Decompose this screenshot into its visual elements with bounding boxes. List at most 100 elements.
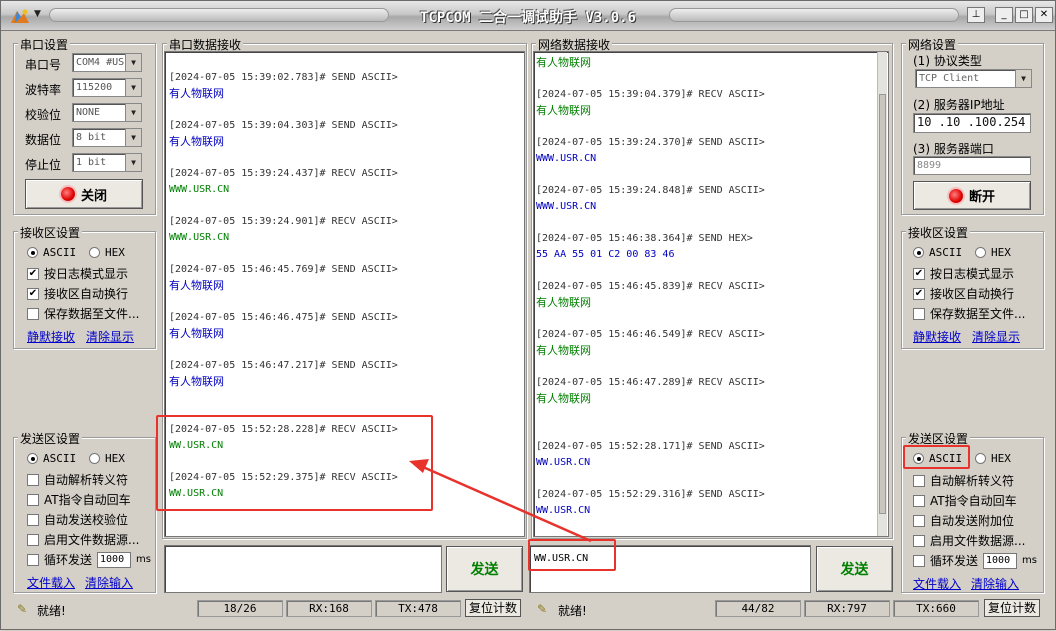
serial-send-button[interactable]: 发送 (446, 546, 523, 592)
checkbox-box (913, 514, 925, 527)
server-ip-input[interactable]: 10 .10 .100.254 (913, 113, 1031, 133)
minimize-button[interactable]: _ (995, 7, 1013, 23)
protocol-select[interactable]: TCP Client ▼ (915, 69, 1032, 88)
right-recv-hex-radio[interactable]: HEX (975, 246, 1011, 259)
left-loop-interval-input[interactable]: 1000 (97, 551, 132, 568)
port-select[interactable]: COM4 #US ▼ (72, 53, 142, 72)
checkbox-box (913, 534, 925, 547)
log-entry: [2024-07-05 15:39:24.901]# RECV ASCII> WW… (169, 214, 524, 246)
log-entry: [2024-07-05 15:46:38.364]# SEND HEX> 55 A… (536, 231, 888, 263)
log-timestamp: [2024-07-05 15:39:24.901]# RECV ASCII> (169, 216, 398, 227)
chevron-down-icon: ▼ (125, 54, 141, 71)
log-entry: [2024-07-05 15:39:04.303]# SEND ASCII> 有人… (169, 118, 524, 150)
left-send-hex-radio[interactable]: HEX (89, 452, 125, 465)
right-log-mode-checkbox[interactable]: ✔ 按日志模式显示 (913, 265, 1014, 282)
close-window-button[interactable]: ✕ (1035, 7, 1053, 23)
left-file-source-checkbox[interactable]: 启用文件数据源... (27, 531, 139, 548)
parity-select[interactable]: NONE ▼ (72, 103, 142, 122)
ms-unit-label: ms (136, 554, 151, 565)
left-auto-wrap-checkbox[interactable]: ✔ 接收区自动换行 (27, 285, 128, 302)
left-log-mode-checkbox[interactable]: ✔ 按日志模式显示 (27, 265, 128, 282)
maximize-button[interactable]: □ (1015, 7, 1033, 23)
scrollbar-thumb[interactable] (879, 94, 886, 514)
right-silent-recv-link[interactable]: 静默接收 (913, 328, 961, 345)
left-clear-display-link[interactable]: 清除显示 (86, 328, 134, 345)
serial-send-input[interactable] (164, 545, 442, 593)
log-entry: [2024-07-05 15:46:47.217]# SEND ASCII> 有人… (169, 358, 524, 390)
right-loop-send-checkbox[interactable]: 循环发送 1000 ms (913, 552, 1037, 569)
checkbox-box (913, 554, 925, 567)
log-entry: [2024-07-05 15:39:24.848]# SEND ASCII> WW… (536, 183, 888, 215)
protocol-label: (1) 协议类型 (913, 54, 982, 68)
stopbits-value: 1 bit (76, 157, 107, 168)
checkbox-box (913, 494, 925, 507)
status-light-icon (948, 188, 963, 203)
status-light-icon (60, 187, 75, 201)
pin-icon[interactable]: ⊥ (967, 7, 985, 23)
server-ip-label: (2) 服务器IP地址 (913, 98, 1005, 112)
right-clear-display-link[interactable]: 清除显示 (972, 328, 1020, 345)
left-auto-checksum-checkbox[interactable]: 自动发送校验位 (27, 511, 128, 528)
close-port-button[interactable]: 关闭 (25, 179, 143, 209)
right-at-auto-cr-checkbox[interactable]: AT指令自动回车 (913, 492, 1017, 509)
right-loop-interval-input[interactable]: 1000 (983, 552, 1018, 569)
net-log-first-line: 有人物联网 (536, 56, 591, 69)
right-file-source-checkbox[interactable]: 启用文件数据源... (913, 532, 1025, 549)
right-send-hex-radio[interactable]: HEX (975, 452, 1011, 465)
right-recv-ascii-radio[interactable]: ASCII (913, 246, 962, 259)
left-auto-escape-checkbox[interactable]: 自动解析转义符 (27, 471, 128, 488)
left-save-file-checkbox[interactable]: 保存数据至文件... (27, 305, 139, 322)
chevron-down-icon: ▼ (125, 79, 141, 96)
parity-label: 校验位 (25, 108, 62, 122)
right-clear-input-link[interactable]: 清除输入 (971, 575, 1019, 592)
checkbox-label: 按日志模式显示 (44, 267, 129, 281)
serial-settings-title: 串口设置 (18, 36, 71, 53)
net-log-scrollbar[interactable] (877, 52, 887, 536)
left-clear-input-link[interactable]: 清除输入 (85, 574, 133, 591)
left-send-ascii-radio[interactable]: ASCII (27, 452, 76, 465)
right-save-file-checkbox[interactable]: 保存数据至文件... (913, 305, 1025, 322)
left-recv-ascii-radio[interactable]: ASCII (27, 246, 76, 259)
log-data: 55 AA 55 01 C2 00 83 46 (536, 249, 675, 260)
log-data: 有人物联网 (169, 279, 224, 292)
databits-select[interactable]: 8 bit ▼ (72, 128, 142, 147)
radio-dot (89, 453, 100, 464)
left-load-file-link[interactable]: 文件载入 (27, 574, 75, 591)
right-auto-wrap-checkbox[interactable]: ✔ 接收区自动换行 (913, 285, 1014, 302)
main-window: ▼ TCPCOM 二合一调试助手 V3.0.6 ⊥ _ □ ✕ 串口设置 串口号… (0, 0, 1056, 630)
disconnect-button[interactable]: 断开 (913, 181, 1031, 210)
checkbox-label: AT指令自动回车 (930, 494, 1017, 508)
left-loop-send-checkbox[interactable]: 循环发送 1000 ms (27, 551, 151, 568)
net-log-area[interactable]: 有人物联网 [2024-07-05 15:39:04.379]# RECV AS… (533, 51, 889, 537)
radio-label: ASCII (43, 452, 77, 465)
chevron-down-icon: ▼ (125, 129, 141, 146)
left-at-auto-cr-checkbox[interactable]: AT指令自动回车 (27, 491, 131, 508)
disconnect-label: 断开 (968, 190, 995, 205)
checkbox-box (27, 533, 39, 546)
left-recv-hex-radio[interactable]: HEX (89, 246, 125, 259)
server-port-input[interactable]: 8899 (913, 156, 1031, 175)
databits-value: 8 bit (76, 132, 107, 143)
right-auto-escape-checkbox[interactable]: 自动解析转义符 (913, 472, 1014, 489)
checkbox-box (27, 307, 39, 320)
checkbox-box (913, 474, 925, 487)
radio-dot (913, 247, 924, 258)
checkbox-label: 接收区自动换行 (930, 287, 1015, 301)
left-recv-settings-title: 接收区设置 (18, 224, 83, 241)
left-silent-recv-link[interactable]: 静默接收 (27, 328, 75, 345)
title-decor-right (669, 8, 959, 22)
right-load-file-link[interactable]: 文件载入 (913, 575, 961, 592)
ready-icon: ✎ (537, 602, 548, 616)
right-reset-count-button[interactable]: 复位计数 (984, 599, 1040, 617)
baud-select[interactable]: 115200 ▼ (72, 78, 142, 97)
checkbox-box (27, 553, 39, 566)
baud-label: 波特率 (25, 83, 62, 97)
right-auto-append-checkbox[interactable]: 自动发送附加位 (913, 512, 1014, 529)
log-data: WWW.USR.CN (169, 232, 230, 243)
net-send-button[interactable]: 发送 (816, 546, 893, 592)
parity-value: NONE (76, 107, 101, 118)
stopbits-select[interactable]: 1 bit ▼ (72, 153, 142, 172)
ms-unit-label: ms (1022, 555, 1037, 566)
server-port-label: (3) 服务器端口 (913, 142, 994, 156)
left-reset-count-button[interactable]: 复位计数 (465, 599, 521, 617)
